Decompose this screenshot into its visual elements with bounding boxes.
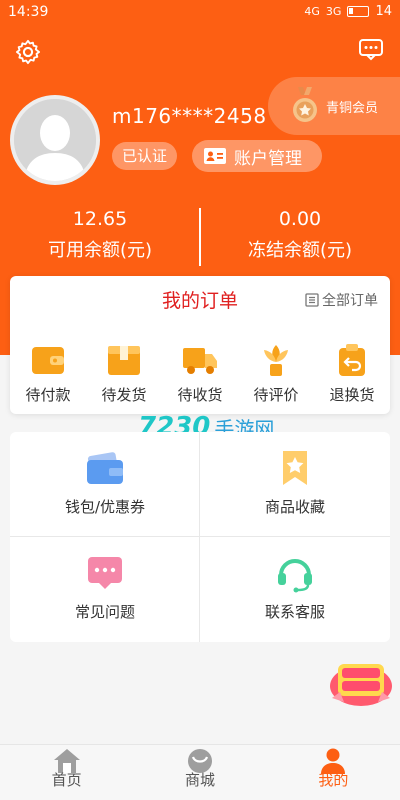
member-level-badge[interactable]: 青铜会员 <box>268 77 400 135</box>
bookmark-star-icon <box>283 451 307 485</box>
order-returns[interactable]: 退换货 <box>316 342 388 408</box>
customer-service-label: 联系客服 <box>264 603 325 621</box>
truck-icon <box>183 348 217 374</box>
flower-icon <box>264 345 288 376</box>
frozen-balance-label: 冻结余额(元) <box>247 240 353 261</box>
package-icon <box>108 346 140 375</box>
wallet-coupons-label: 钱包/优惠券 <box>64 498 146 516</box>
settings-gear-icon[interactable] <box>14 38 42 66</box>
battery-icon <box>347 6 370 17</box>
tab-profile[interactable]: 我的 <box>267 745 400 800</box>
status-icons: 4G 3G 14 <box>304 4 392 19</box>
headset-icon <box>278 559 312 593</box>
network-4g-label: 4G <box>304 5 320 18</box>
default-avatar-icon <box>14 99 96 181</box>
status-bar: 14:39 4G 3G 14 <box>0 0 400 26</box>
all-orders-link[interactable]: 全部订单 <box>305 290 378 310</box>
frozen-balance[interactable]: 0.00 冻结余额(元) <box>200 208 400 262</box>
verified-badge: 已认证 <box>112 142 178 170</box>
tab-profile-label: 我的 <box>318 771 349 789</box>
services-grid: 钱包/优惠券 商品收藏 常见问题 联系客服 <box>10 432 390 642</box>
favorites-label: 商品收藏 <box>264 498 325 516</box>
available-balance-value: 12.65 <box>72 208 128 230</box>
wallet-coupons-item[interactable]: 钱包/优惠券 <box>10 432 200 536</box>
tab-shop-label: 商城 <box>184 771 215 789</box>
order-pending-review-label: 待评价 <box>253 386 299 404</box>
account-management-button[interactable]: 账户管理 <box>192 140 322 172</box>
order-pending-receipt-label: 待收货 <box>177 386 223 404</box>
daily-checkin-promo-badge[interactable] <box>328 658 394 708</box>
order-pending-payment-label: 待付款 <box>25 386 71 404</box>
tab-home-label: 首页 <box>51 771 82 789</box>
order-list-icon <box>305 293 319 307</box>
available-balance-label: 可用余额(元) <box>47 240 153 261</box>
tab-shop[interactable]: 商城 <box>133 745 266 800</box>
available-balance[interactable]: 12.65 可用余额(元) <box>0 208 200 262</box>
id-card-icon <box>204 148 226 164</box>
order-returns-label: 退换货 <box>329 386 375 404</box>
my-orders-card: 我的订单 全部订单 待付款 待发货 待收货 待评价 退换货 <box>10 276 390 414</box>
order-status-row: 待付款 待发货 待收货 待评价 退换货 <box>10 342 390 408</box>
faq-label: 常见问题 <box>74 603 135 621</box>
customer-service-item[interactable]: 联系客服 <box>200 537 390 641</box>
order-pending-review[interactable]: 待评价 <box>240 342 312 408</box>
bronze-medal-icon <box>293 87 317 122</box>
order-pending-shipment[interactable]: 待发货 <box>88 342 160 408</box>
favorites-item[interactable]: 商品收藏 <box>200 432 390 536</box>
frozen-balance-value: 0.00 <box>278 208 322 230</box>
tab-home[interactable]: 首页 <box>0 745 133 800</box>
bottom-tab-bar: 首页 商城 我的 <box>0 744 400 800</box>
all-orders-label: 全部订单 <box>322 293 378 309</box>
return-icon <box>339 344 365 376</box>
faq-item[interactable]: 常见问题 <box>10 537 200 641</box>
wallet-icon <box>32 347 64 374</box>
order-pending-receipt[interactable]: 待收货 <box>164 342 236 408</box>
avatar[interactable] <box>10 95 100 185</box>
order-pending-payment[interactable]: 待付款 <box>12 342 84 408</box>
status-time: 14:39 <box>8 4 49 20</box>
battery-level: 14 <box>375 4 392 19</box>
account-management-label: 账户管理 <box>234 148 302 169</box>
member-level-label: 青铜会员 <box>326 100 379 116</box>
order-pending-shipment-label: 待发货 <box>101 386 147 404</box>
message-icon[interactable] <box>358 38 384 62</box>
network-3g-label: 3G <box>325 5 342 18</box>
balance-divider <box>199 208 201 266</box>
chat-bubble-icon <box>88 557 122 589</box>
username: m176****2458 <box>112 104 267 128</box>
wallet-card-icon <box>87 452 123 484</box>
